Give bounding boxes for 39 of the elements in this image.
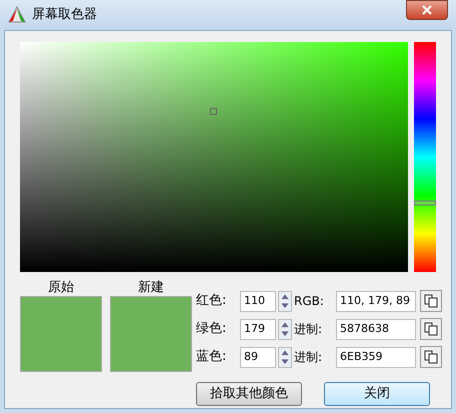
up-arrow-icon bbox=[279, 292, 291, 301]
copy-icon bbox=[424, 294, 438, 308]
up-arrow-icon bbox=[279, 320, 291, 329]
color-field[interactable] bbox=[20, 42, 408, 272]
copy-button[interactable] bbox=[420, 346, 442, 368]
output-field[interactable]: 110, 179, 89 bbox=[336, 290, 416, 312]
close-button[interactable] bbox=[406, 0, 448, 20]
copy-button[interactable] bbox=[420, 290, 442, 312]
copy-icon bbox=[424, 350, 438, 364]
channel-input[interactable]: 179 bbox=[240, 318, 276, 340]
output-label: 进制: bbox=[294, 321, 324, 338]
output-field[interactable]: 6EB359 bbox=[336, 346, 416, 368]
output-label: RGB: bbox=[294, 293, 325, 310]
channel-label: 红色: bbox=[196, 292, 228, 310]
spin-button[interactable] bbox=[278, 290, 292, 312]
dialog-button[interactable]: 关闭 bbox=[324, 382, 430, 406]
output-field[interactable]: 5878638 bbox=[336, 318, 416, 340]
up-arrow-icon bbox=[279, 348, 291, 357]
channel-input[interactable]: 110 bbox=[240, 290, 276, 312]
spin-button[interactable] bbox=[278, 318, 292, 340]
swatch-label: 新建 bbox=[138, 279, 164, 296]
copy-icon bbox=[424, 322, 438, 336]
close-icon bbox=[422, 5, 432, 15]
copy-button[interactable] bbox=[420, 318, 442, 340]
down-arrow-icon bbox=[279, 329, 291, 338]
spin-button[interactable] bbox=[278, 346, 292, 368]
down-arrow-icon bbox=[279, 357, 291, 366]
color-marker[interactable] bbox=[210, 108, 217, 115]
swatch-label: 原始 bbox=[48, 279, 74, 296]
channel-label: 蓝色: bbox=[196, 348, 228, 366]
channel-input[interactable]: 89 bbox=[240, 346, 276, 368]
window-title: 屏幕取色器 bbox=[32, 6, 97, 24]
down-arrow-icon bbox=[279, 301, 291, 310]
hue-slider[interactable] bbox=[414, 42, 436, 272]
hue-thumb[interactable] bbox=[414, 200, 436, 206]
output-label: 进制: bbox=[294, 349, 324, 366]
app-icon bbox=[8, 6, 26, 24]
channel-label: 绿色: bbox=[196, 320, 228, 338]
dialog-button[interactable]: 拾取其他颜色 bbox=[196, 382, 302, 406]
